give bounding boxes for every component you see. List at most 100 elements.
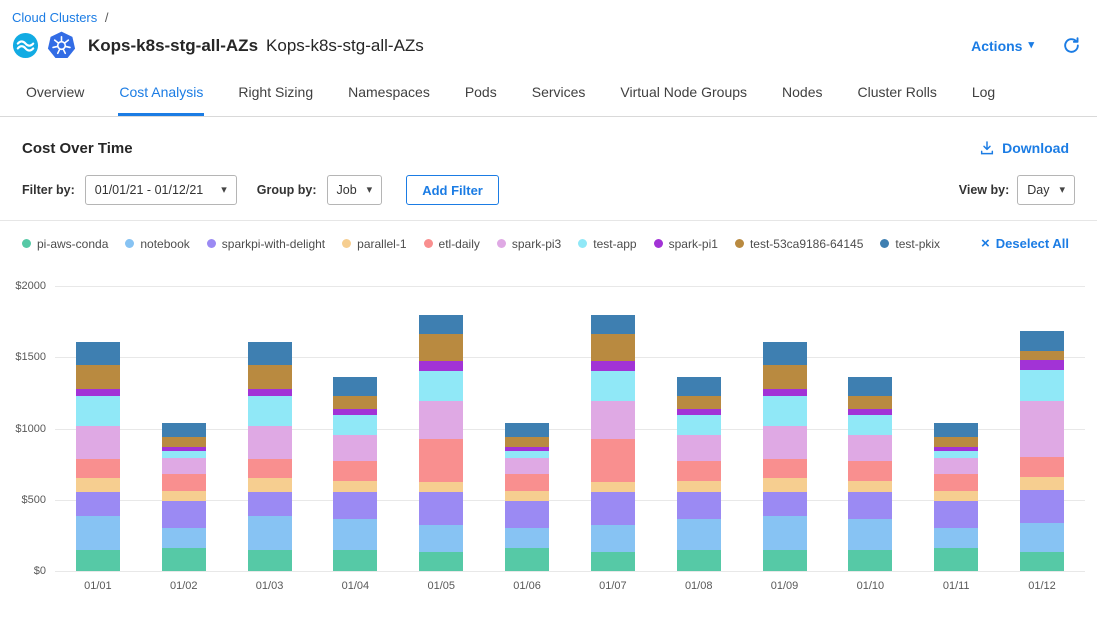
actions-button[interactable]: Actions ▾ (971, 38, 1034, 54)
bar-segment (1020, 351, 1064, 360)
legend-color-dot (654, 239, 663, 248)
close-icon: × (981, 236, 990, 251)
bar-segment (591, 525, 635, 552)
date-range-value: 01/01/21 - 01/12/21 (95, 183, 203, 197)
tab-namespaces[interactable]: Namespaces (347, 74, 431, 116)
tab-right-sizing[interactable]: Right Sizing (237, 74, 314, 116)
x-axis-label: 01/01 (55, 580, 141, 592)
bar-segment (76, 426, 120, 459)
bar-segment (934, 528, 978, 548)
bar-segment (591, 439, 635, 482)
bar-segment (248, 550, 292, 571)
bar-segment (248, 478, 292, 492)
legend-item-spark-pi1[interactable]: spark-pi1 (654, 237, 718, 251)
bar-segment (934, 491, 978, 501)
bar-segment (848, 396, 892, 409)
bar-segment (677, 415, 721, 435)
bar-segment (248, 459, 292, 478)
bar-segment (1020, 457, 1064, 477)
tab-cluster-rolls[interactable]: Cluster Rolls (856, 74, 937, 116)
bar-column-01-12 (999, 286, 1085, 571)
bar-segment (248, 389, 292, 396)
bar-segment (591, 492, 635, 525)
x-axis-label: 01/02 (141, 580, 227, 592)
view-by-select[interactable]: Day ▾ (1017, 175, 1075, 205)
legend-color-dot (125, 239, 134, 248)
y-axis-tick: $2000 (15, 280, 46, 292)
bar-segment (505, 451, 549, 458)
bar-segment (76, 492, 120, 516)
bar-segment (248, 365, 292, 389)
bar-segment (763, 396, 807, 426)
bar-segment (934, 548, 978, 571)
bar-segment (162, 474, 206, 491)
bar-column-01-08 (656, 286, 742, 571)
add-filter-button[interactable]: Add Filter (406, 175, 499, 205)
bar-segment (591, 315, 635, 334)
tab-pods[interactable]: Pods (464, 74, 498, 116)
bar-segment (505, 501, 549, 528)
download-label: Download (1002, 140, 1069, 156)
bar-segment (1020, 477, 1064, 490)
bar-segment (763, 459, 807, 478)
bar-stack (934, 423, 978, 571)
legend-item-parallel-1[interactable]: parallel-1 (342, 237, 406, 251)
bar-stack (1020, 331, 1064, 571)
bar-segment (934, 458, 978, 474)
deselect-all-button[interactable]: × Deselect All (975, 235, 1075, 252)
bar-stack (248, 342, 292, 571)
tab-cost-analysis[interactable]: Cost Analysis (118, 74, 204, 116)
bar-segment (419, 492, 463, 525)
legend-item-test-53ca9186-64145[interactable]: test-53ca9186-64145 (735, 237, 863, 251)
bar-segment (419, 525, 463, 552)
bar-segment (248, 516, 292, 550)
bar-segment (76, 459, 120, 478)
legend-item-etl-daily[interactable]: etl-daily (424, 237, 480, 251)
bar-segment (76, 396, 120, 426)
chevron-down-icon: ▾ (221, 185, 227, 196)
tab-bar: Overview Cost Analysis Right Sizing Namespa… (0, 68, 1097, 117)
x-axis-label: 01/10 (827, 580, 913, 592)
chart-legend: pi-aws-conda notebook sparkpi-with-delight… (0, 221, 1097, 260)
bar-segment (333, 492, 377, 519)
legend-item-test-app[interactable]: test-app (578, 237, 636, 251)
bar-segment (333, 550, 377, 571)
download-button[interactable]: Download (973, 139, 1075, 157)
legend-item-sparkpi-with-delight[interactable]: sparkpi-with-delight (207, 237, 325, 251)
bar-segment (848, 435, 892, 461)
breadcrumb-link-cloud-clusters[interactable]: Cloud Clusters (12, 10, 97, 25)
chevron-down-icon: ▾ (1028, 40, 1034, 51)
bar-segment (848, 377, 892, 396)
legend-item-test-pkix[interactable]: test-pkix (880, 237, 940, 251)
tab-virtual-node-groups[interactable]: Virtual Node Groups (619, 74, 748, 116)
tab-overview[interactable]: Overview (25, 74, 85, 116)
bar-segment (162, 548, 206, 571)
cluster-name-bold: Kops-k8s-stg-all-AZs (88, 36, 258, 56)
refresh-icon[interactable] (1062, 36, 1081, 55)
bar-stack (591, 315, 635, 571)
view-by-label: View by: (959, 183, 1009, 197)
tab-services[interactable]: Services (531, 74, 587, 116)
legend-label: spark-pi3 (512, 237, 561, 251)
group-by-select[interactable]: Job ▾ (327, 175, 383, 205)
tab-nodes[interactable]: Nodes (781, 74, 823, 116)
bar-column-01-10 (827, 286, 913, 571)
bar-column-01-03 (227, 286, 313, 571)
legend-item-spark-pi3[interactable]: spark-pi3 (497, 237, 561, 251)
legend-item-pi-aws-conda[interactable]: pi-aws-conda (22, 237, 108, 251)
legend-color-dot (735, 239, 744, 248)
legend-item-notebook[interactable]: notebook (125, 237, 189, 251)
y-axis-tick: $1000 (15, 423, 46, 435)
bar-segment (763, 389, 807, 396)
x-axis-label: 01/07 (570, 580, 656, 592)
date-range-select[interactable]: 01/01/21 - 01/12/21 ▾ (85, 175, 237, 205)
kubernetes-icon (47, 31, 76, 60)
bar-segment (591, 482, 635, 492)
cluster-name-regular: Kops-k8s-stg-all-AZs (266, 36, 424, 56)
bar-segment (848, 415, 892, 435)
chevron-down-icon: ▾ (367, 185, 373, 196)
legend-color-dot (880, 239, 889, 248)
bar-segment (419, 439, 463, 482)
tab-log[interactable]: Log (971, 74, 996, 116)
filter-toolbar: Filter by: 01/01/21 - 01/12/21 ▾ Group b… (0, 165, 1097, 221)
